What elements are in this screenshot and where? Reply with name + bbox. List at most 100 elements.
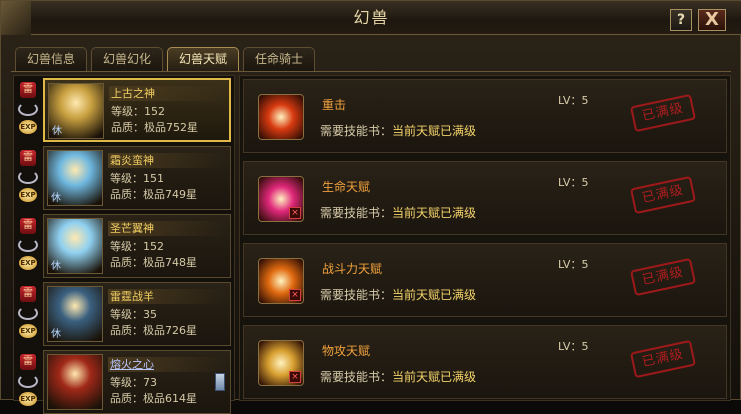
exp-icon[interactable]: EXP (19, 392, 37, 406)
level-value: 35 (143, 308, 157, 321)
beast-portrait: 休 (47, 286, 103, 342)
quality-label: 品质： (110, 188, 143, 201)
sword-shield-icon[interactable]: × (258, 340, 304, 386)
level-value: 151 (143, 172, 164, 185)
beast-card[interactable]: 休霜炎蛮神 等级：151 品质：极品749星 (43, 146, 231, 210)
talent-row[interactable]: × 生命天赋需要技能书：当前天赋已满级 LV：5 已满级 (243, 161, 727, 235)
requirement-label: 需要技能书： (320, 124, 393, 138)
talent-row[interactable]: × 战斗力天赋需要技能书：当前天赋已满级 LV：5 已满级 (243, 243, 727, 317)
talent-name: 物攻天赋 (322, 344, 371, 358)
rest-status-label: 休 (52, 126, 62, 137)
exp-icon[interactable]: EXP (19, 120, 37, 134)
quality-value: 极品752星 (144, 121, 198, 134)
tab-beast-transform[interactable]: 幻兽幻化 (91, 47, 163, 71)
beast-card[interactable]: 休雷霆战羊 等级：35 品质：极品726星 (43, 282, 231, 346)
beast-name: 圣芒翼神 (108, 221, 226, 236)
close-button[interactable]: X (698, 9, 726, 31)
beast-quality-row: 品质：极品752星 (111, 121, 198, 135)
ring-icon (18, 306, 38, 320)
max-level-stamp: 已满级 (629, 339, 697, 379)
rest-status-label: 休 (51, 193, 61, 204)
beast-card[interactable]: 休 圣芒翼神等级：152 品质：极品748星 (43, 214, 231, 278)
beast-quality-row: 品质：极品726星 (110, 324, 197, 338)
level-label: 等级： (111, 105, 144, 118)
tab-divider (11, 71, 731, 72)
close-icon: × (289, 207, 301, 219)
talent-requirement: 需要技能书：当前天赋已满级 (320, 204, 476, 221)
talent-row[interactable]: × 物攻天赋 需要技能书：当前天赋已满级 LV：5 已满级 (243, 325, 727, 399)
requirement-value: 当前天赋已满级 (392, 370, 477, 384)
quality-label: 品质： (110, 392, 143, 405)
level-value: 152 (144, 105, 165, 118)
quality-value: 极品614星 (143, 392, 197, 405)
talent-level: LV：5 (558, 256, 588, 272)
window-title: 幻兽 (353, 8, 390, 27)
lv-label: LV： (558, 258, 582, 271)
requirement-value: 当前天赋已满级 (392, 124, 477, 138)
scroll-item-icon[interactable] (215, 373, 225, 391)
ring-icon (18, 374, 38, 388)
talent-row[interactable]: 重击 需要技能书：当前天赋已满级 LV：5 已满级 (243, 79, 727, 153)
heart-icon[interactable]: × (258, 176, 304, 222)
lock-icon[interactable]: 雷 (20, 82, 36, 98)
beast-level-row: 等级：151 (110, 172, 164, 186)
beast-portrait (47, 354, 103, 410)
ring-icon (18, 238, 38, 252)
talent-requirement: 需要技能书：当前天赋已满级 (320, 286, 476, 303)
lv-label: LV： (558, 340, 582, 353)
rest-status-label: 休 (51, 329, 61, 340)
talent-requirement: 需要技能书：当前天赋已满级 (320, 122, 476, 139)
requirement-value: 当前天赋已满级 (392, 206, 477, 220)
help-button[interactable]: ? (670, 9, 692, 31)
beast-card[interactable]: 熔火之心 等级：73 品质：极品614星 (43, 350, 231, 414)
beast-name: 雷霆战羊 (108, 289, 226, 304)
tab-beast-talent[interactable]: 幻兽天赋 (167, 47, 239, 71)
lock-icon[interactable]: 雷 (20, 286, 36, 302)
level-label: 等级： (110, 172, 143, 185)
max-level-stamp: 已满级 (629, 175, 697, 215)
lv-value: 5 (581, 340, 589, 353)
lock-icon[interactable]: 雷 (20, 150, 36, 166)
exp-icon[interactable]: EXP (19, 188, 37, 202)
beast-quality-row: 品质：极品749星 (110, 188, 197, 202)
quality-label: 品质： (110, 324, 143, 337)
beast-name: 熔火之心 (108, 357, 226, 372)
level-label: 等级： (110, 240, 143, 253)
level-label: 等级： (110, 308, 143, 321)
level-label: 等级： (110, 376, 143, 389)
requirement-label: 需要技能书： (320, 206, 393, 220)
ring-icon (18, 102, 38, 116)
talent-level: LV：5 (558, 338, 588, 354)
beast-level-row: 等级：152 (110, 240, 164, 254)
title-bar[interactable]: 幻兽 ? X (1, 1, 741, 35)
beast-quality-row: 品质：极品748星 (110, 256, 197, 270)
lock-icon[interactable]: 雷 (20, 354, 36, 370)
beast-level-row: 等级：152 (111, 105, 165, 119)
beast-portrait: 休 (47, 218, 103, 274)
ring-icon (18, 170, 38, 184)
level-value: 73 (143, 376, 157, 389)
talent-name: 生命天赋 (322, 180, 371, 194)
lock-icon[interactable]: 雷 (20, 218, 36, 234)
exp-icon[interactable]: EXP (19, 324, 37, 338)
talent-level: LV：5 (558, 174, 588, 190)
quality-value: 极品726星 (143, 324, 197, 337)
rest-status-label: 休 (51, 261, 61, 272)
beast-portrait: 休 (47, 150, 103, 206)
tab-beast-info[interactable]: 幻兽信息 (15, 47, 87, 71)
fist-icon[interactable] (258, 94, 304, 140)
exp-icon[interactable]: EXP (19, 256, 37, 270)
lv-label: LV： (558, 94, 582, 107)
beast-quality-row: 品质：极品614星 (110, 392, 197, 406)
level-value: 152 (143, 240, 164, 253)
talent-level: LV：5 (558, 92, 588, 108)
max-level-stamp: 已满级 (629, 257, 697, 297)
lv-label: LV： (558, 176, 582, 189)
flame-ring-icon[interactable]: × (258, 258, 304, 304)
beast-card[interactable]: 休 上古之神等级：152 品质：极品752星 (43, 78, 231, 142)
close-icon: × (289, 371, 301, 383)
beast-name: 上古之神 (109, 86, 227, 101)
talent-name: 战斗力天赋 (322, 262, 383, 276)
quality-value: 极品748星 (143, 256, 197, 269)
tab-appoint-knight[interactable]: 任命骑士 (243, 47, 315, 71)
